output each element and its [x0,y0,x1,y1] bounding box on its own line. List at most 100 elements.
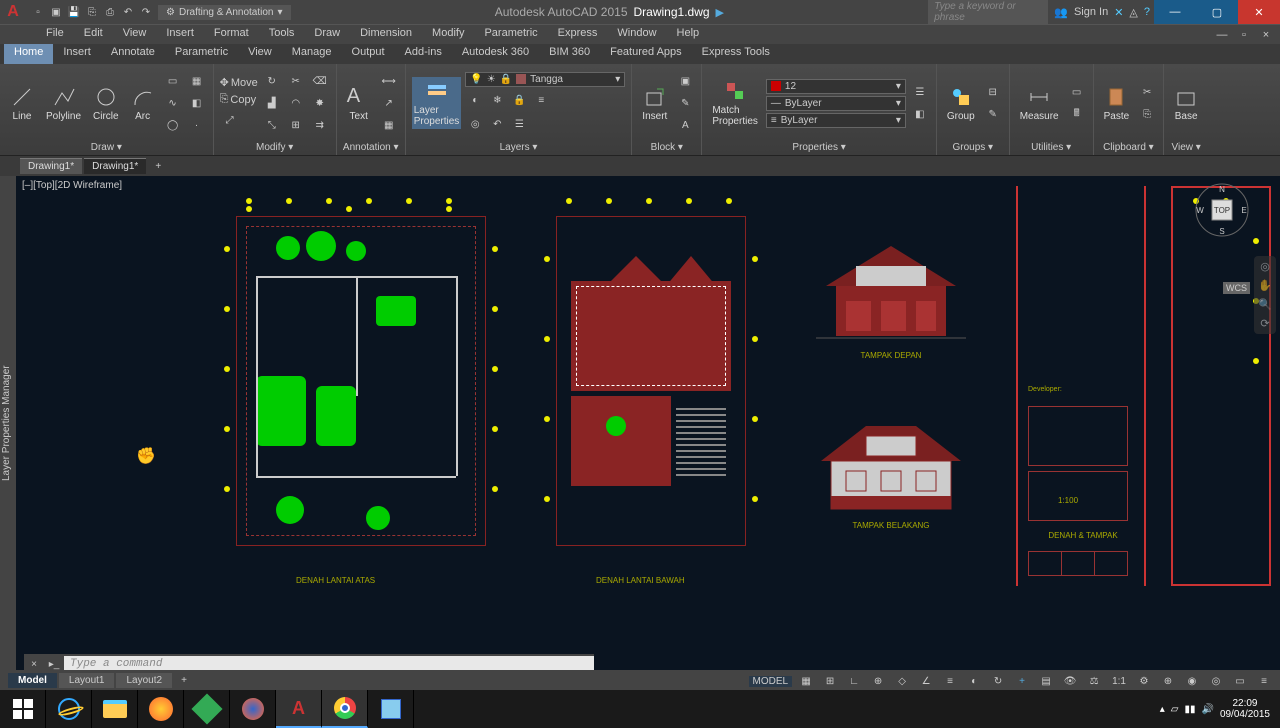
transparency-icon[interactable]: ◐ [964,672,984,690]
app-icon[interactable] [138,690,184,728]
layer-properties-button[interactable]: Layer Properties [412,77,462,129]
layer-iso-icon[interactable]: ◎ [465,115,485,135]
qprops-icon[interactable]: ▤ [1036,672,1056,690]
explode-icon[interactable]: ✸ [310,93,330,113]
close-button[interactable]: ✕ [1238,0,1280,24]
hatch-icon[interactable]: ▦ [187,71,207,91]
infocenter-icon[interactable]: 👥 [1054,6,1068,19]
pan-icon[interactable]: ✋ [1258,279,1272,292]
tab-output[interactable]: Output [342,44,395,64]
move-button[interactable]: ✥Move [220,76,258,89]
grid-icon[interactable]: ▦ [796,672,816,690]
circle-button[interactable]: Circle [89,85,123,122]
menu-edit[interactable]: Edit [74,25,113,44]
menu-parametric[interactable]: Parametric [474,25,547,44]
layout-tab[interactable]: Layout2 [116,673,172,688]
array-icon[interactable]: ⊞ [286,115,306,135]
otrack-icon[interactable]: ∠ [916,672,936,690]
menu-dimension[interactable]: Dimension [350,25,422,44]
new-icon[interactable]: ▫ [30,4,46,20]
rotate-icon[interactable]: ↻ [262,71,282,91]
layer-dropdown[interactable]: 💡☀🔒 Tangga▾ [465,72,625,87]
tab-bim360[interactable]: BIM 360 [539,44,600,64]
start-button[interactable] [0,690,46,728]
doc-close-button[interactable]: × [1256,25,1276,45]
anno-scale-icon[interactable]: ⚖ [1084,672,1104,690]
cut-icon[interactable]: ✂ [1137,82,1157,102]
text-button[interactable]: AText [343,85,375,122]
action-center-icon[interactable]: ▱ [1171,704,1179,715]
leader-icon[interactable]: ↗ [379,93,399,113]
ungroup-icon[interactable]: ⊟ [983,82,1003,102]
tab-insert[interactable]: Insert [53,44,101,64]
tab-a360[interactable]: Autodesk 360 [452,44,539,64]
help-search-input[interactable]: Type a keyword or phrase [928,0,1048,25]
anno-vis-icon[interactable]: 👁 [1060,672,1080,690]
region-icon[interactable]: ◧ [187,93,207,113]
base-button[interactable]: Base [1170,85,1202,122]
insert-button[interactable]: Insert [638,85,671,122]
viewcube[interactable]: TOP N S E W [1194,182,1250,238]
edit-block-icon[interactable]: ✎ [675,93,695,113]
color-dropdown[interactable]: 12▾ [766,79,906,94]
cycle-icon[interactable]: ↻ [988,672,1008,690]
erase-icon[interactable]: ⌫ [310,71,330,91]
clock[interactable]: 22:09 09/04/2015 [1220,698,1270,720]
list-icon[interactable]: ☰ [910,82,930,102]
tab-home[interactable]: Home [4,44,53,64]
save-icon[interactable]: 💾 [66,4,82,20]
autocad-task-icon[interactable]: A [276,690,322,728]
point-icon[interactable]: · [187,115,207,135]
steering-wheel-icon[interactable]: ◎ [1260,260,1270,273]
layer-state-icon[interactable]: ☰ [509,115,529,135]
paste-button[interactable]: Paste [1100,85,1134,122]
lineweight-dropdown[interactable]: ≡ByLayer▾ [766,113,906,128]
copy-button[interactable]: ⎘Copy [220,93,258,106]
ellipse-icon[interactable]: ◯ [163,115,183,135]
measure-button[interactable]: Measure [1016,85,1063,122]
anno-monitor-icon[interactable]: ⊕ [1158,672,1178,690]
layer-manager-palette[interactable]: Layer Properties Manager [0,176,16,670]
scale-dropdown[interactable]: 1:1 [1108,676,1130,687]
menu-format[interactable]: Format [204,25,259,44]
doc-tab[interactable]: Drawing1* [84,158,146,174]
snap-icon[interactable]: ⊞ [820,672,840,690]
isolate-icon[interactable]: ◎ [1206,672,1226,690]
wcs-label[interactable]: WCS [1223,282,1250,294]
tab-addins[interactable]: Add-ins [395,44,452,64]
undo-icon[interactable]: ↶ [120,4,136,20]
doc-tab[interactable]: Drawing1* [20,158,82,174]
attr-icon[interactable]: A [675,115,695,135]
group-edit-icon[interactable]: ✎ [983,104,1003,124]
layer-off-icon[interactable]: ◐ [465,91,485,111]
arc-button[interactable]: Arc [127,85,159,122]
select-icon[interactable]: ▭ [1067,82,1087,102]
saveas-icon[interactable]: ⎘ [84,4,100,20]
hardware-accel-icon[interactable]: ◉ [1182,672,1202,690]
app-icon[interactable] [184,690,230,728]
create-block-icon[interactable]: ▣ [675,71,695,91]
layer-match-icon[interactable]: ≡ [531,91,551,111]
doc-minimize-button[interactable]: — [1212,25,1232,45]
match-props-button[interactable]: Match Properties [708,79,762,127]
menu-express[interactable]: Express [548,25,608,44]
menu-help[interactable]: Help [667,25,710,44]
menu-modify[interactable]: Modify [422,25,474,44]
layer-prev-icon[interactable]: ↶ [487,115,507,135]
calc-icon[interactable]: 🖩 [1067,104,1087,124]
linetype-dropdown[interactable]: —ByLayer▾ [766,96,906,111]
signin-button[interactable]: Sign In [1074,6,1108,18]
plot-icon[interactable]: ⎙ [102,4,118,20]
menu-file[interactable]: File [36,25,74,44]
customize-icon[interactable]: ≡ [1254,672,1274,690]
menu-window[interactable]: Window [607,25,666,44]
ie-icon[interactable] [46,690,92,728]
trim-icon[interactable]: ✂ [286,71,306,91]
layout-tab[interactable]: Layout1 [59,673,115,688]
tab-annotate[interactable]: Annotate [101,44,165,64]
dimension-icon[interactable]: ⟷ [379,71,399,91]
workspace-dropdown[interactable]: ⚙ Drafting & Annotation ▾ [158,5,291,20]
offset-icon[interactable]: ⇉ [310,115,330,135]
maximize-button[interactable]: ▢ [1196,0,1238,24]
menu-view[interactable]: View [113,25,157,44]
